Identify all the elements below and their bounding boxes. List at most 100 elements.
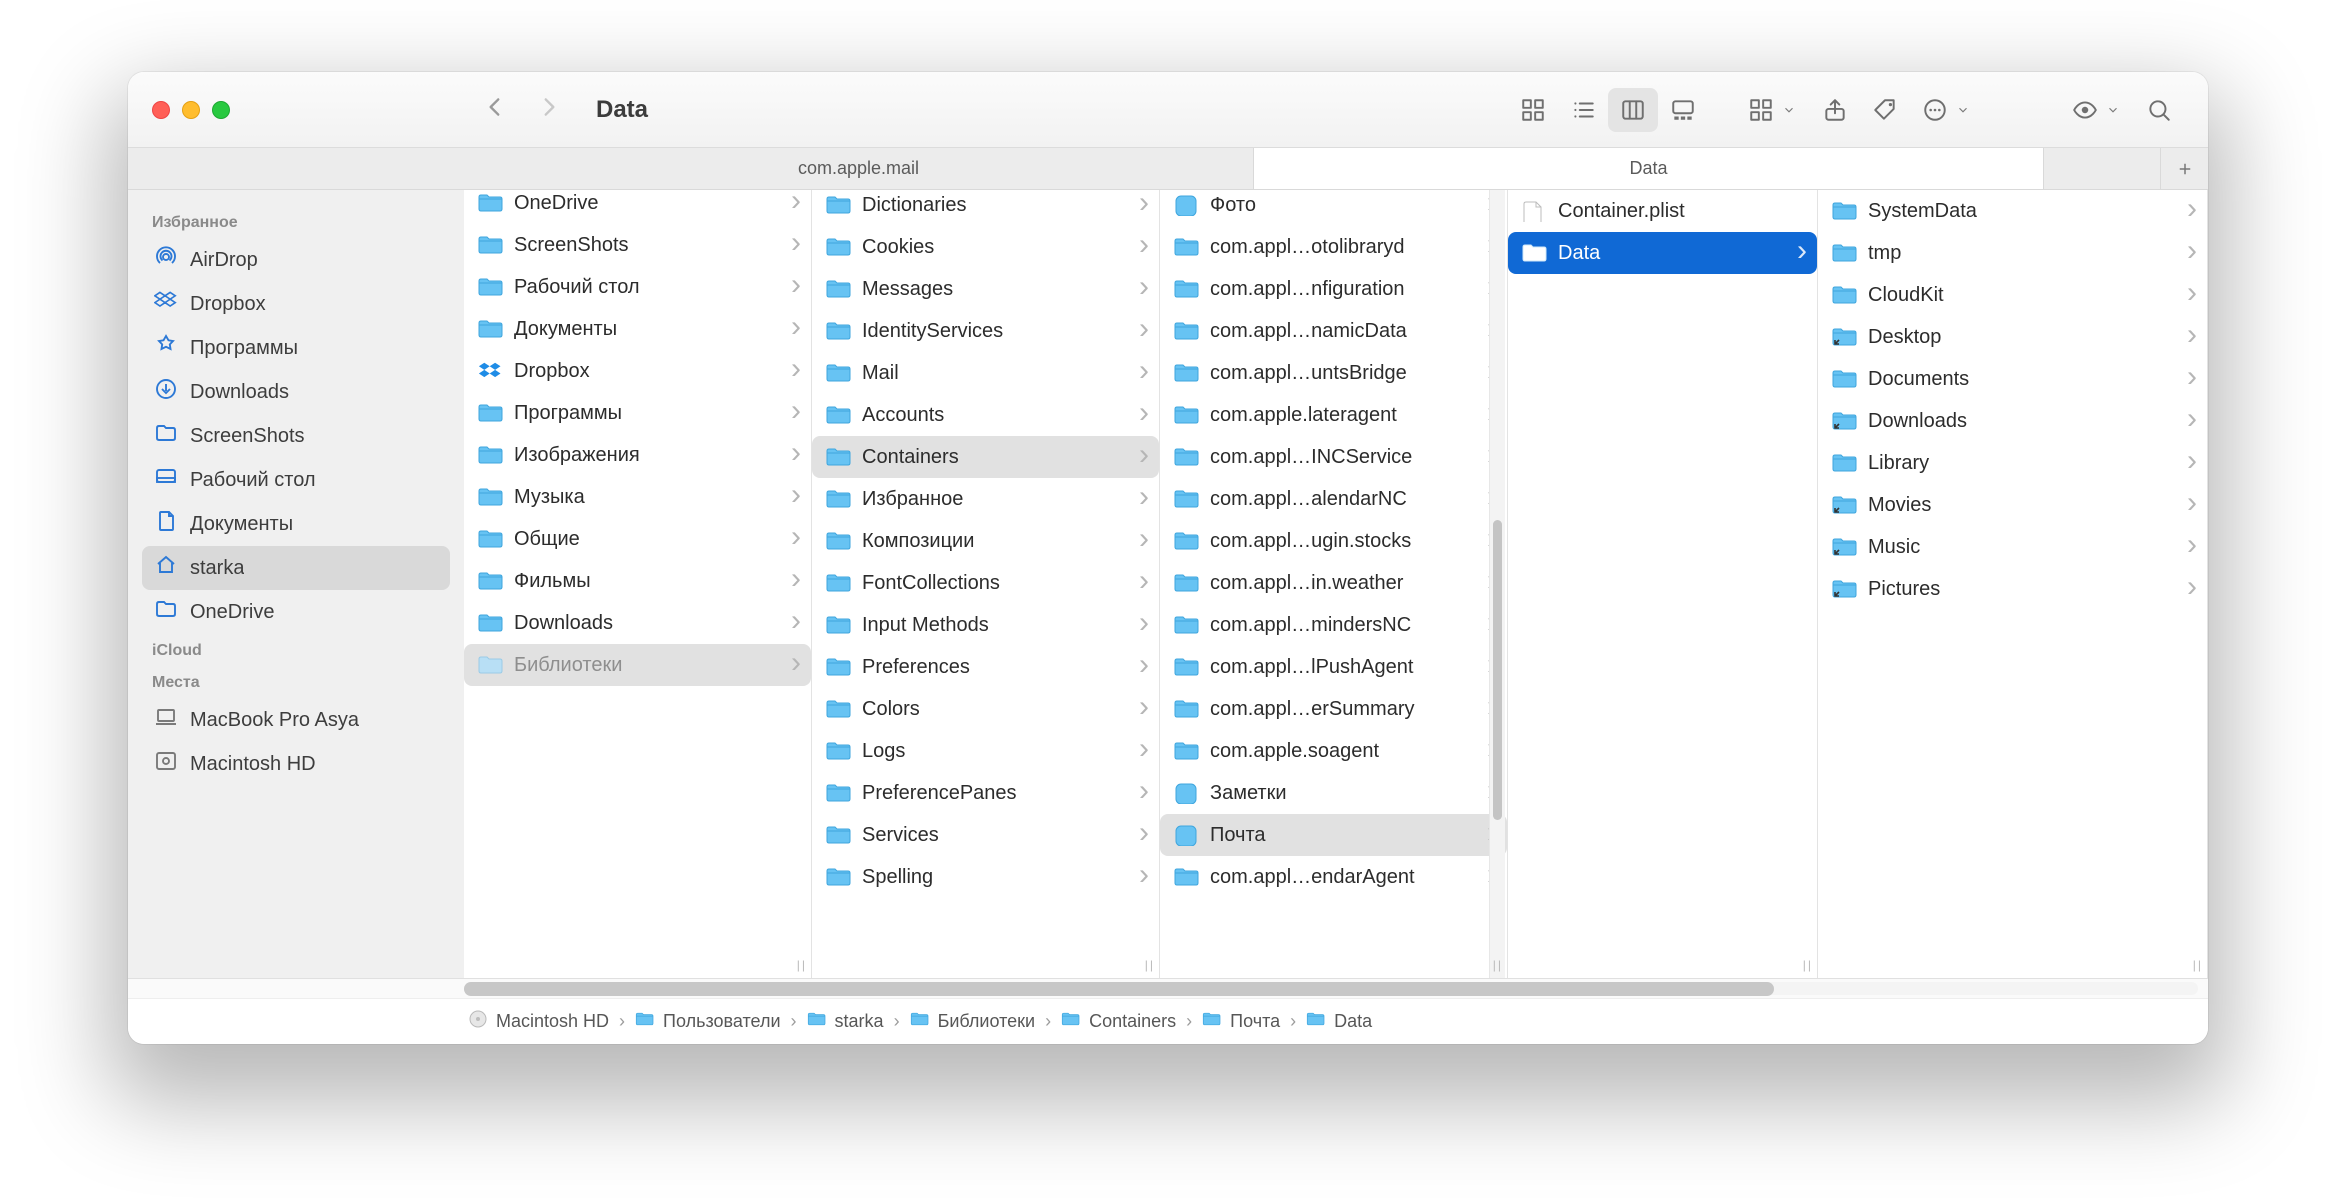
sidebar-item-рабочий стол[interactable]: Рабочий стол bbox=[142, 458, 450, 502]
file-row[interactable]: Messages› bbox=[812, 268, 1159, 310]
fullscreen-window-button[interactable] bbox=[212, 101, 230, 119]
group-by-button[interactable] bbox=[1736, 88, 1786, 132]
file-row[interactable]: Music› bbox=[1818, 526, 2207, 568]
horizontal-scrollbar[interactable] bbox=[128, 979, 2208, 999]
file-row[interactable]: com.appl…endarAgent› bbox=[1160, 856, 1507, 898]
sidebar-item-dropbox[interactable]: Dropbox bbox=[142, 282, 450, 326]
file-row[interactable]: Изображения› bbox=[464, 434, 811, 476]
file-row[interactable]: Композиции› bbox=[812, 520, 1159, 562]
search-button[interactable] bbox=[2134, 88, 2184, 132]
file-row[interactable]: com.apple.lateragent› bbox=[1160, 394, 1507, 436]
sidebar-item-macintosh hd[interactable]: Macintosh HD bbox=[142, 742, 450, 786]
minimize-window-button[interactable] bbox=[182, 101, 200, 119]
sidebar-item-документы[interactable]: Документы bbox=[142, 502, 450, 546]
file-row[interactable]: Spelling› bbox=[812, 856, 1159, 898]
file-row[interactable]: PreferencePanes› bbox=[812, 772, 1159, 814]
file-row[interactable]: Container.plist bbox=[1508, 190, 1817, 232]
path-segment[interactable]: Data bbox=[1306, 1011, 1372, 1032]
file-row[interactable]: Избранное› bbox=[812, 478, 1159, 520]
file-row[interactable]: Movies› bbox=[1818, 484, 2207, 526]
file-row[interactable]: Библиотеки› bbox=[464, 644, 811, 686]
file-row[interactable]: com.appl…ugin.stocks› bbox=[1160, 520, 1507, 562]
share-button[interactable] bbox=[1810, 88, 1860, 132]
file-row[interactable]: Downloads› bbox=[464, 602, 811, 644]
sidebar-item-starka[interactable]: starka bbox=[142, 546, 450, 590]
file-row[interactable]: IdentityServices› bbox=[812, 310, 1159, 352]
back-button[interactable] bbox=[482, 94, 508, 125]
file-row[interactable]: Dictionaries› bbox=[812, 190, 1159, 226]
column-resize-handle[interactable]: || bbox=[1493, 958, 1503, 972]
file-row[interactable]: Data› bbox=[1508, 232, 1817, 274]
file-row[interactable]: Services› bbox=[812, 814, 1159, 856]
file-row[interactable]: com.appl…INCService› bbox=[1160, 436, 1507, 478]
file-row[interactable]: Программы› bbox=[464, 392, 811, 434]
path-segment[interactable]: Containers bbox=[1061, 1011, 1176, 1032]
tab-1[interactable]: Data bbox=[1254, 148, 2044, 189]
file-row[interactable]: com.appl…otolibraryd› bbox=[1160, 226, 1507, 268]
file-row[interactable]: ScreenShots› bbox=[464, 224, 811, 266]
file-row[interactable]: com.appl…nfiguration› bbox=[1160, 268, 1507, 310]
file-row[interactable]: Заметки› bbox=[1160, 772, 1507, 814]
view-columns-button[interactable] bbox=[1608, 88, 1658, 132]
view-icons-button[interactable] bbox=[1508, 88, 1558, 132]
close-window-button[interactable] bbox=[152, 101, 170, 119]
file-row[interactable]: FontCollections› bbox=[812, 562, 1159, 604]
view-list-button[interactable] bbox=[1558, 88, 1608, 132]
file-row[interactable]: Mail› bbox=[812, 352, 1159, 394]
quicklook-button[interactable] bbox=[2060, 88, 2110, 132]
sidebar-item-screenshots[interactable]: ScreenShots bbox=[142, 414, 450, 458]
sidebar-item-программы[interactable]: Программы bbox=[142, 326, 450, 370]
column-resize-handle[interactable]: || bbox=[2193, 958, 2203, 972]
file-row[interactable]: com.appl…alendarNC› bbox=[1160, 478, 1507, 520]
file-row[interactable]: CloudKit› bbox=[1818, 274, 2207, 316]
file-row[interactable]: com.appl…mindersNC› bbox=[1160, 604, 1507, 646]
file-row[interactable]: Cookies› bbox=[812, 226, 1159, 268]
file-row[interactable]: Desktop› bbox=[1818, 316, 2207, 358]
sidebar-item-airdrop[interactable]: AirDrop bbox=[142, 238, 450, 282]
file-row[interactable]: com.appl…untsBridge› bbox=[1160, 352, 1507, 394]
file-row[interactable]: Accounts› bbox=[812, 394, 1159, 436]
path-segment[interactable]: Почта bbox=[1202, 1011, 1280, 1032]
sidebar-item-onedrive[interactable]: OneDrive bbox=[142, 590, 450, 634]
file-row[interactable]: com.appl…in.weather› bbox=[1160, 562, 1507, 604]
file-row[interactable]: com.apple.soagent› bbox=[1160, 730, 1507, 772]
file-row[interactable]: Logs› bbox=[812, 730, 1159, 772]
tags-button[interactable] bbox=[1860, 88, 1910, 132]
file-row[interactable]: Containers› bbox=[812, 436, 1159, 478]
tab-0[interactable]: com.apple.mail bbox=[464, 148, 1254, 189]
file-row[interactable]: Downloads› bbox=[1818, 400, 2207, 442]
file-row[interactable]: Рабочий стол› bbox=[464, 266, 811, 308]
sidebar-item-downloads[interactable]: Downloads bbox=[142, 370, 450, 414]
file-row[interactable]: Музыка› bbox=[464, 476, 811, 518]
file-row[interactable]: Pictures› bbox=[1818, 568, 2207, 610]
file-row[interactable]: Input Methods› bbox=[812, 604, 1159, 646]
file-row[interactable]: Colors› bbox=[812, 688, 1159, 730]
column-resize-handle[interactable]: || bbox=[797, 958, 807, 972]
file-row[interactable]: SystemData› bbox=[1818, 190, 2207, 232]
file-row[interactable]: OneDrive› bbox=[464, 190, 811, 224]
file-row[interactable]: Library› bbox=[1818, 442, 2207, 484]
file-row[interactable]: Общие› bbox=[464, 518, 811, 560]
file-row[interactable]: tmp› bbox=[1818, 232, 2207, 274]
view-gallery-button[interactable] bbox=[1658, 88, 1708, 132]
file-row[interactable]: com.appl…namicData› bbox=[1160, 310, 1507, 352]
file-row[interactable]: Dropbox› bbox=[464, 350, 811, 392]
new-tab-button[interactable] bbox=[2160, 148, 2208, 189]
file-row[interactable]: com.appl…erSummary› bbox=[1160, 688, 1507, 730]
column-resize-handle[interactable]: || bbox=[1145, 958, 1155, 972]
actions-button[interactable] bbox=[1910, 88, 1960, 132]
file-row[interactable]: Фильмы› bbox=[464, 560, 811, 602]
file-row[interactable]: com.appl…lPushAgent› bbox=[1160, 646, 1507, 688]
file-row[interactable]: Документы› bbox=[464, 308, 811, 350]
path-segment[interactable]: Macintosh HD bbox=[468, 1009, 609, 1034]
file-row[interactable]: Почта› bbox=[1160, 814, 1507, 856]
sidebar-item-macbook pro asya[interactable]: MacBook Pro Asya bbox=[142, 698, 450, 742]
file-row[interactable]: Preferences› bbox=[812, 646, 1159, 688]
path-segment[interactable]: Библиотеки bbox=[910, 1011, 1036, 1032]
column-resize-handle[interactable]: || bbox=[1803, 958, 1813, 972]
path-segment[interactable]: starka bbox=[807, 1011, 884, 1032]
path-segment[interactable]: Пользователи bbox=[635, 1011, 780, 1032]
forward-button[interactable] bbox=[536, 94, 562, 125]
file-row[interactable]: Фото› bbox=[1160, 190, 1507, 226]
file-row[interactable]: Documents› bbox=[1818, 358, 2207, 400]
